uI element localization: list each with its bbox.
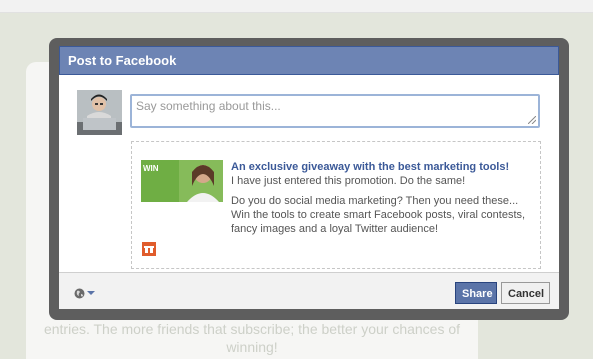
privacy-selector[interactable] xyxy=(74,287,95,299)
share-button[interactable]: Share xyxy=(455,282,497,304)
page-top-bar xyxy=(0,0,593,13)
background-text: entries. The more friends that subscribe… xyxy=(43,321,461,355)
post-dialog: Post to Facebook Say something about thi… xyxy=(59,46,559,309)
link-caption: I have just entered this promotion. Do t… xyxy=(231,175,466,187)
dialog-footer: Share Cancel xyxy=(59,272,559,309)
shared-link-preview: WIN An exclusive giveaway with the best … xyxy=(131,141,541,269)
message-placeholder: Say something about this... xyxy=(136,99,281,113)
chevron-down-icon xyxy=(87,291,95,295)
thumbnail-person-image xyxy=(179,160,223,202)
link-description: Do you do social media marketing? Then y… xyxy=(231,195,526,235)
message-input[interactable]: Say something about this... xyxy=(130,94,540,128)
link-thumbnail[interactable]: WIN xyxy=(141,160,223,202)
avatar xyxy=(77,90,122,135)
link-title[interactable]: An exclusive giveaway with the best mark… xyxy=(231,160,531,174)
globe-icon xyxy=(74,288,85,298)
dialog-frame: Post to Facebook Say something about thi… xyxy=(49,38,569,320)
dialog-title: Post to Facebook xyxy=(59,46,559,75)
gift-icon xyxy=(142,242,156,256)
cancel-button[interactable]: Cancel xyxy=(501,282,550,304)
resize-grip-icon[interactable] xyxy=(528,116,536,124)
thumbnail-text: WIN xyxy=(143,164,159,173)
